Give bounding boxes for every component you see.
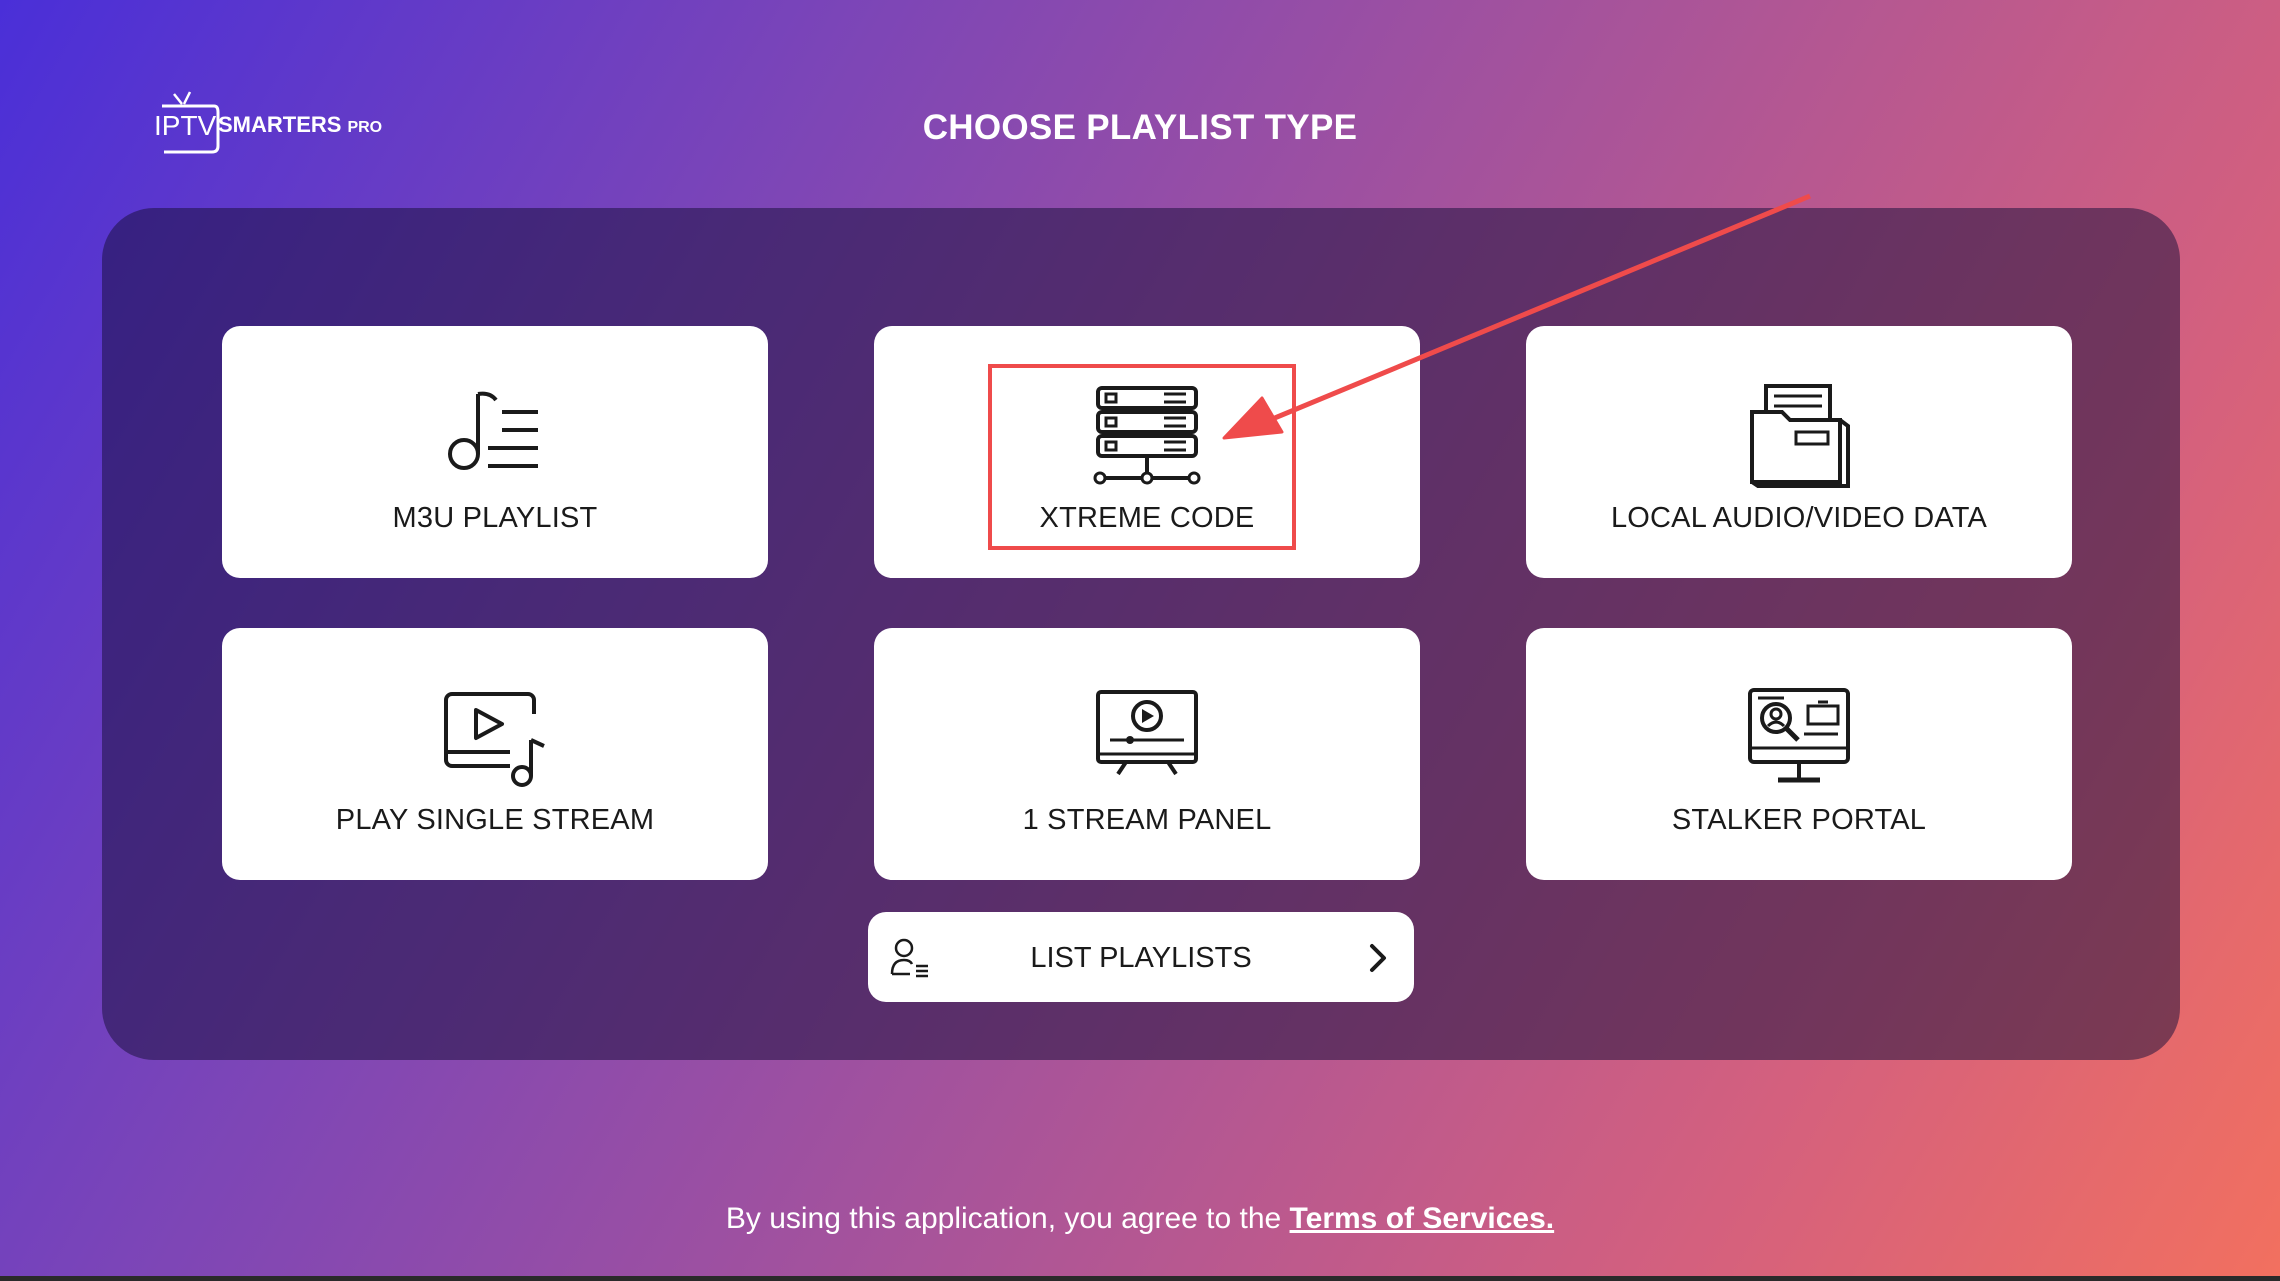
page-title: CHOOSE PLAYLIST TYPE [922,108,1358,147]
bottom-edge-bar [0,1276,2280,1281]
xtreme-code-label: XTREME CODE [1039,502,1255,534]
m3u-playlist-card[interactable]: M3U PLAYLIST [222,326,768,578]
xtreme-code-card[interactable]: XTREME CODE [874,326,1420,578]
list-playlists-button[interactable]: LIST PLAYLISTS [868,912,1414,1002]
local-audio-video-label: LOCAL AUDIO/VIDEO DATA [1610,502,1988,534]
chevron-right-icon [1370,944,1386,972]
list-playlists-label: LIST PLAYLISTS [1030,942,1252,974]
tv-play-icon [1096,690,1198,776]
terms-of-services-link[interactable]: Terms of Services. [1290,1202,1555,1235]
one-stream-panel-label: 1 STREAM PANEL [1022,804,1272,836]
monitor-search-icon [1748,688,1850,783]
local-audio-video-card[interactable]: LOCAL AUDIO/VIDEO DATA [1526,326,2072,578]
play-single-stream-label: PLAY SINGLE STREAM [335,804,655,836]
folder-documents-icon [1750,384,1850,488]
m3u-playlist-label: M3U PLAYLIST [392,502,598,534]
terms-text: By using this application, you agree to … [725,1202,1290,1235]
server-stack-icon [1093,386,1201,485]
music-list-icon [448,391,538,470]
stalker-portal-label: STALKER PORTAL [1671,804,1927,836]
stalker-portal-card[interactable]: STALKER PORTAL [1526,628,2072,880]
play-single-stream-card[interactable]: PLAY SINGLE STREAM [222,628,768,880]
terms-footer: By using this application, you agree to … [0,1202,2280,1236]
one-stream-panel-card[interactable]: 1 STREAM PANEL [874,628,1420,880]
video-music-icon [444,692,546,787]
